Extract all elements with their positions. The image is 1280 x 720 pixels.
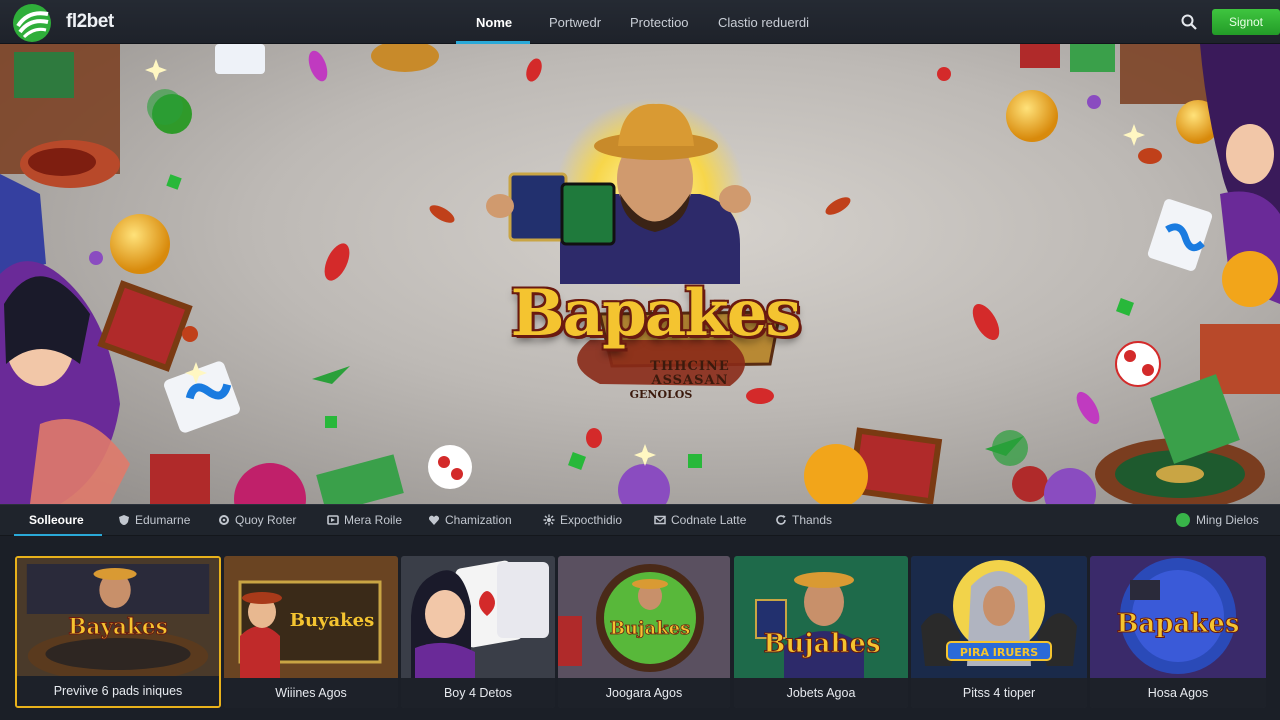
game-title: Boy 4 Detos <box>401 678 555 708</box>
tv-icon <box>327 514 339 526</box>
brand-name[interactable]: fl2bet <box>66 11 114 33</box>
game-tiles-row: Bayakes Previive 6 pads iniques Buyakes … <box>0 536 1280 720</box>
category-edumarne[interactable]: Edumarne <box>118 513 190 527</box>
category-chamization[interactable]: Chamization <box>428 513 512 527</box>
signup-button[interactable]: Signot <box>1212 9 1280 35</box>
game-title: Jobets Agoa <box>734 678 908 708</box>
game-thumbnail <box>401 556 555 678</box>
category-bar: Solleoure Edumarne Quoy Roter Mera Roile… <box>0 504 1280 536</box>
game-tile[interactable]: PIRA IRUERS Pitss 4 tioper <box>911 556 1087 708</box>
game-art-title: Bujahes <box>763 629 880 659</box>
category-quoy-roter[interactable]: Quoy Roter <box>218 513 296 527</box>
category-label: Solleoure <box>29 513 84 527</box>
game-title: Previive 6 pads iniques <box>17 676 219 706</box>
settings-icon <box>543 514 555 526</box>
game-title: Pitss 4 tioper <box>911 678 1087 708</box>
game-thumbnail: PIRA IRUERS <box>911 556 1087 678</box>
game-title: Hosa Agos <box>1090 678 1266 708</box>
hero-subtitle-line-2: ASSASAN <box>651 373 729 388</box>
mail-icon <box>654 514 666 526</box>
category-thands[interactable]: Thands <box>775 513 832 527</box>
category-label: Mera Roile <box>344 513 403 527</box>
top-navigation-bar: fl2bet Nome Portwedr Protectioo Clastio … <box>0 0 1280 44</box>
game-art-title: Bujakes <box>610 618 691 639</box>
game-tile[interactable]: Bujahes Jobets Agoa <box>734 556 908 708</box>
hero-subtitle: THHCINE ASSASAN <box>590 360 790 388</box>
game-thumbnail: Bujakes <box>558 556 730 678</box>
game-tile[interactable]: Bayakes Previive 6 pads iniques <box>15 556 221 708</box>
nav-link-protection[interactable]: Protectioo <box>630 15 689 30</box>
game-title: Joogara Agos <box>558 678 730 708</box>
game-thumbnail: Bapakes <box>1090 556 1266 678</box>
category-solleoure[interactable]: Solleoure <box>29 513 84 527</box>
hero-subtitle-line-3: GENOLOS <box>629 388 693 401</box>
gear-icon <box>218 514 230 526</box>
category-label: Codnate Latte <box>671 513 747 527</box>
category-ming-dielos[interactable]: Ming Dielos <box>1176 513 1259 527</box>
search-icon[interactable] <box>1180 13 1198 31</box>
nav-link-clastio[interactable]: Clastio reduerdi <box>718 15 809 30</box>
status-dot-icon <box>1176 513 1190 527</box>
game-tile[interactable]: Boy 4 Detos <box>401 556 555 708</box>
category-expocthidio[interactable]: Expocthidio <box>543 513 622 527</box>
game-art-title: PIRA IRUERS <box>960 646 1038 659</box>
category-codnate-latte[interactable]: Codnate Latte <box>654 513 746 527</box>
category-label: Edumarne <box>135 513 191 527</box>
category-label: Ming Dielos <box>1196 513 1259 527</box>
refresh-icon <box>775 514 787 526</box>
game-thumbnail: Buyakes <box>224 556 398 678</box>
game-art-title: Bapakes <box>1116 609 1239 639</box>
brand-logo-icon[interactable] <box>6 2 56 42</box>
game-thumbnail: Bayakes <box>17 558 219 680</box>
category-label: Quoy Roter <box>235 513 297 527</box>
nav-link-home[interactable]: Nome <box>476 15 512 30</box>
hero-title: Bapakes <box>510 276 802 351</box>
game-tile[interactable]: Buyakes Wiiines Agos <box>224 556 398 708</box>
nav-link-portwedr[interactable]: Portwedr <box>549 15 601 30</box>
category-label: Expocthidio <box>560 513 623 527</box>
hero-artwork <box>0 44 1280 504</box>
game-tile[interactable]: Bapakes Hosa Agos <box>1090 556 1266 708</box>
game-tile[interactable]: Bujakes Joogara Agos <box>558 556 730 708</box>
shield-icon <box>118 514 130 526</box>
hero-banner[interactable]: Bapakes THHCINE ASSASAN GENOLOS <box>0 44 1280 504</box>
category-mera-roile[interactable]: Mera Roile <box>327 513 402 527</box>
category-label: Chamization <box>445 513 512 527</box>
game-thumbnail: Bujahes <box>734 556 908 678</box>
category-label: Thands <box>792 513 833 527</box>
hero-subtitle-line-1: THHCINE <box>650 359 730 374</box>
heart-icon <box>428 514 440 526</box>
game-title: Wiiines Agos <box>224 678 398 708</box>
game-art-title: Bayakes <box>68 615 167 640</box>
game-art-title: Buyakes <box>290 610 374 631</box>
